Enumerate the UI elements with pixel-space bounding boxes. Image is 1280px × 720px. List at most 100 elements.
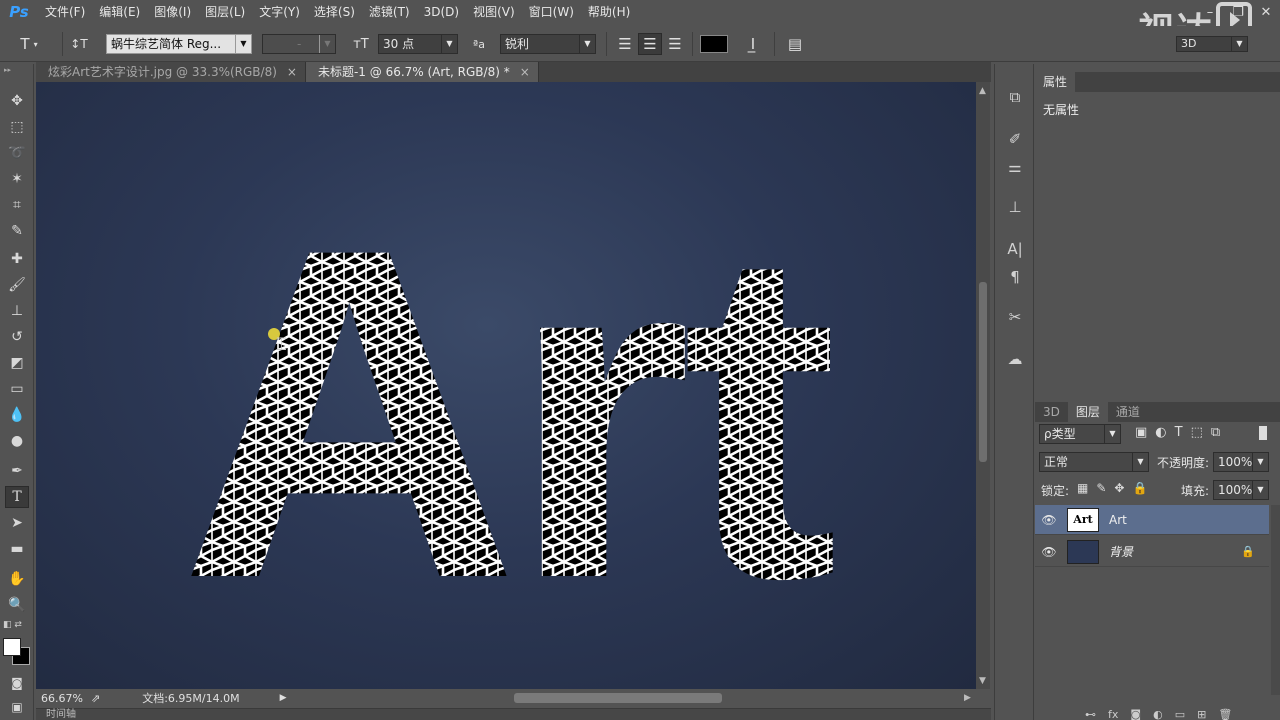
layer-row[interactable]: 👁 Art Art bbox=[1035, 505, 1269, 535]
zoom-level[interactable]: 66.67% bbox=[41, 692, 87, 705]
rectangle-tool-icon[interactable]: ▬ bbox=[5, 538, 29, 560]
document-tab[interactable]: 炫彩Art艺术字设计.jpg @ 33.3%(RGB/8) × bbox=[36, 62, 306, 82]
menu-select[interactable]: 选择(S) bbox=[307, 0, 362, 24]
scroll-down-icon[interactable]: ▼ bbox=[979, 676, 986, 686]
menu-image[interactable]: 图像(I) bbox=[147, 0, 198, 24]
scrollbar-thumb[interactable] bbox=[979, 282, 987, 462]
scroll-up-icon[interactable]: ▲ bbox=[979, 86, 986, 96]
filter-toggle-icon[interactable] bbox=[1259, 426, 1267, 440]
clone-source-icon[interactable]: ⊥ bbox=[1003, 196, 1027, 218]
timeline-panel-bar[interactable]: 时间轴 bbox=[36, 708, 991, 720]
new-adjustment-icon[interactable]: ◐ bbox=[1153, 708, 1163, 720]
gradient-tool-icon[interactable]: ▭ bbox=[5, 378, 29, 400]
export-icon[interactable]: ⇗ bbox=[91, 692, 100, 705]
menu-layer[interactable]: 图层(L) bbox=[198, 0, 252, 24]
blur-tool-icon[interactable]: 💧 bbox=[5, 404, 29, 426]
status-menu-icon[interactable]: ▶ bbox=[280, 693, 287, 703]
quick-mask-icon[interactable]: ◙ bbox=[5, 672, 29, 694]
libraries-icon[interactable]: ☁ bbox=[1003, 348, 1027, 370]
toggle-orientation-icon[interactable]: ↕T bbox=[68, 34, 90, 54]
foreground-color-swatch[interactable] bbox=[3, 638, 21, 656]
pixel-filter-icon[interactable]: ▣ bbox=[1135, 425, 1147, 440]
close-tab-icon[interactable]: × bbox=[287, 65, 297, 79]
delete-layer-icon[interactable]: 🗑 bbox=[1218, 708, 1232, 720]
new-group-icon[interactable]: ▭ bbox=[1175, 708, 1185, 720]
type-filter-icon[interactable]: T bbox=[1175, 425, 1183, 440]
antialias-select[interactable]: 锐利 ▼ bbox=[500, 34, 596, 54]
collapse-icon[interactable]: ▸▸ bbox=[4, 66, 11, 74]
fx-icon[interactable]: fx bbox=[1108, 708, 1118, 720]
menu-filter[interactable]: 滤镜(T) bbox=[362, 0, 417, 24]
fill-input[interactable]: 100% ▼ bbox=[1213, 480, 1269, 500]
type-tool-preset-icon[interactable]: T ▾ bbox=[18, 34, 40, 54]
tools-icon[interactable]: ✂ bbox=[1003, 306, 1027, 328]
workspace-select[interactable]: 3D ▼ bbox=[1176, 36, 1248, 52]
layer-filter-select[interactable]: ρ类型 ▼ bbox=[1039, 424, 1121, 444]
character-panel-icon[interactable]: ▤ bbox=[784, 34, 806, 54]
align-center-icon[interactable]: ☰ bbox=[638, 33, 662, 55]
lasso-tool-icon[interactable]: ➰ bbox=[5, 142, 29, 164]
layer-name[interactable]: 背景 bbox=[1109, 543, 1133, 560]
tab-properties[interactable]: 属性 bbox=[1035, 72, 1076, 92]
brush-tool-icon[interactable]: 🖌 bbox=[5, 274, 29, 296]
tab-layers[interactable]: 图层 bbox=[1067, 402, 1108, 422]
lock-transparency-icon[interactable]: ▦ bbox=[1077, 481, 1088, 495]
tab-channels[interactable]: 通道 bbox=[1108, 402, 1148, 422]
close-icon[interactable]: ✕ bbox=[1252, 0, 1280, 24]
path-selection-tool-icon[interactable]: ➤ bbox=[5, 512, 29, 534]
font-size-select[interactable]: 30 点 ▼ bbox=[378, 34, 458, 54]
dodge-tool-icon[interactable]: ● bbox=[5, 430, 29, 452]
marquee-tool-icon[interactable]: ⬚ bbox=[5, 116, 29, 138]
font-style-select[interactable]: - ▼ bbox=[262, 34, 336, 54]
move-tool-icon[interactable]: ✥ bbox=[5, 90, 29, 112]
link-layers-icon[interactable]: ⊷ bbox=[1085, 708, 1096, 720]
visibility-eye-icon[interactable]: 👁 bbox=[1035, 545, 1063, 559]
layer-row[interactable]: 👁 背景 🔒 bbox=[1035, 537, 1269, 567]
menu-edit[interactable]: 编辑(E) bbox=[92, 0, 147, 24]
lock-all-icon[interactable]: 🔒 bbox=[1132, 481, 1147, 495]
scroll-right-icon[interactable]: ▶ bbox=[964, 693, 971, 703]
scrollbar-thumb[interactable] bbox=[514, 693, 722, 703]
history-brush-tool-icon[interactable]: ↺ bbox=[5, 326, 29, 348]
paragraph-icon[interactable]: ¶ bbox=[1003, 266, 1027, 288]
menu-window[interactable]: 窗口(W) bbox=[522, 0, 581, 24]
blend-mode-select[interactable]: 正常 ▼ bbox=[1039, 452, 1149, 472]
menu-view[interactable]: 视图(V) bbox=[466, 0, 522, 24]
adjustments-icon[interactable]: ⚌ bbox=[1003, 156, 1027, 178]
menu-type[interactable]: 文字(Y) bbox=[252, 0, 307, 24]
align-right-icon[interactable]: ☰ bbox=[664, 34, 686, 54]
menu-3d[interactable]: 3D(D) bbox=[417, 0, 466, 24]
align-left-icon[interactable]: ☰ bbox=[614, 34, 636, 54]
menu-help[interactable]: 帮助(H) bbox=[581, 0, 637, 24]
layer-name[interactable]: Art bbox=[1109, 513, 1127, 527]
clone-stamp-tool-icon[interactable]: ⊥ bbox=[5, 300, 29, 322]
vertical-scrollbar[interactable]: ▲ ▼ bbox=[976, 82, 990, 689]
hand-tool-icon[interactable]: ✋ bbox=[5, 568, 29, 590]
eraser-tool-icon[interactable]: ◩ bbox=[5, 352, 29, 374]
screen-mode-icon[interactable]: ▣ bbox=[5, 696, 29, 718]
smart-object-filter-icon[interactable]: ⧉ bbox=[1211, 425, 1220, 440]
pen-tool-icon[interactable]: ✒ bbox=[5, 460, 29, 482]
adjustment-filter-icon[interactable]: ◐ bbox=[1155, 425, 1166, 440]
font-family-select[interactable]: 蜗牛综艺简体 Reg... ▼ bbox=[106, 34, 252, 54]
horizontal-scrollbar[interactable]: ▶ bbox=[300, 693, 972, 703]
tab-3d[interactable]: 3D bbox=[1035, 402, 1068, 422]
new-layer-icon[interactable]: ⊞ bbox=[1197, 708, 1206, 720]
crop-tool-icon[interactable]: ⌗ bbox=[5, 194, 29, 216]
type-tool-icon[interactable]: T bbox=[5, 486, 29, 508]
close-tab-icon[interactable]: × bbox=[520, 65, 530, 79]
zoom-tool-icon[interactable]: 🔍 bbox=[5, 594, 29, 616]
history-icon[interactable]: ⧉ bbox=[1003, 86, 1027, 108]
shape-filter-icon[interactable]: ⬚ bbox=[1191, 425, 1203, 440]
magic-wand-tool-icon[interactable]: ✶ bbox=[5, 168, 29, 190]
lock-position-icon[interactable]: ✥ bbox=[1114, 481, 1124, 495]
layers-scrollbar[interactable] bbox=[1271, 505, 1280, 695]
eyedropper-tool-icon[interactable]: ✎ bbox=[5, 220, 29, 242]
visibility-eye-icon[interactable]: 👁 bbox=[1035, 513, 1063, 527]
brush-presets-icon[interactable]: ✐ bbox=[1003, 128, 1027, 150]
canvas[interactable]: Art ⌶ bbox=[36, 82, 976, 689]
default-colors-icon[interactable]: ◧ ⇄ bbox=[3, 620, 22, 630]
healing-brush-tool-icon[interactable]: ✚ bbox=[5, 248, 29, 270]
warp-text-icon[interactable]: Ⅰ̲ bbox=[742, 34, 764, 54]
text-color-swatch[interactable] bbox=[700, 35, 728, 53]
